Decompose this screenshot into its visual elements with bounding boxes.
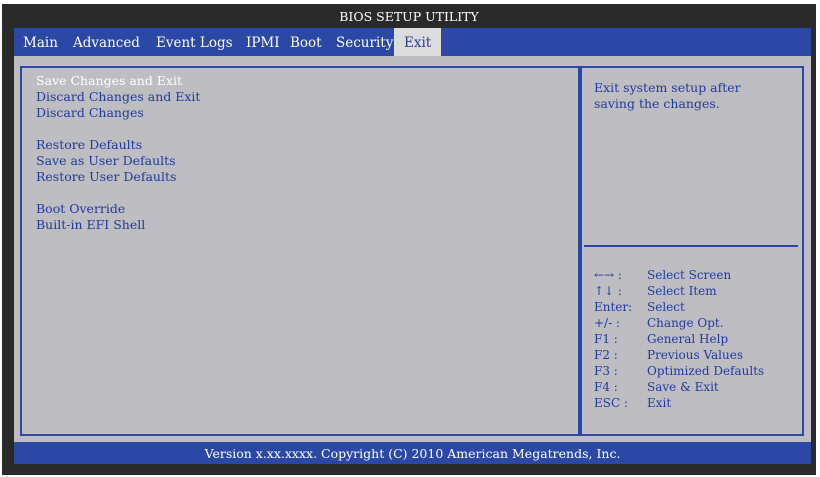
menu-item-built-in-efi-shell[interactable]: Built-in EFI Shell [36, 217, 145, 232]
key-desc: Select Screen [647, 268, 732, 282]
menu-item-restore-user-defaults[interactable]: Restore User Defaults [36, 169, 176, 184]
key-desc: Exit [647, 396, 672, 410]
key-desc: General Help [647, 332, 729, 346]
menu-item-save-changes-and-exit[interactable]: Save Changes and Exit [36, 73, 182, 88]
key-enter: Enter: [594, 300, 633, 314]
menu-item-discard-changes-and-exit[interactable]: Discard Changes and Exit [36, 89, 200, 104]
help-panel: Exit system setup after saving the chang… [580, 66, 804, 436]
key-desc: Select [647, 300, 685, 314]
tab-event-logs[interactable]: Event Logs [156, 28, 233, 56]
key-desc: Change Opt. [647, 316, 724, 330]
help-text: Exit system setup after saving the chang… [594, 80, 741, 111]
key-f4: F4 : [594, 380, 618, 394]
key-arrows-lr: ←→ : [594, 268, 622, 282]
bios-screen: BIOS SETUP UTILITY Main Advanced Event L… [2, 4, 816, 475]
version-footer: Version x.xx.xxxx. Copyright (C) 2010 Am… [14, 442, 811, 464]
help-divider [584, 245, 798, 247]
tab-ipmi[interactable]: IPMI [246, 28, 280, 56]
key-f2: F2 : [594, 348, 618, 362]
tab-advanced[interactable]: Advanced [73, 28, 140, 56]
key-desc: Save & Exit [647, 380, 719, 394]
key-desc: Previous Values [647, 348, 743, 362]
key-plus-minus: +/- : [594, 316, 621, 330]
key-desc: Optimized Defaults [647, 364, 765, 378]
key-arrows-ud: ↑↓ : [594, 284, 622, 298]
menu-item-boot-override[interactable]: Boot Override [36, 201, 125, 216]
main-area: Save Changes and Exit Discard Changes an… [14, 56, 811, 442]
menu-item-save-user-defaults[interactable]: Save as User Defaults [36, 153, 176, 168]
menu-item-discard-changes[interactable]: Discard Changes [36, 105, 144, 120]
tab-main[interactable]: Main [23, 28, 58, 56]
key-desc: Select Item [647, 284, 717, 298]
tab-security[interactable]: Security [336, 28, 393, 56]
key-esc: ESC : [594, 396, 629, 410]
menu-item-restore-defaults[interactable]: Restore Defaults [36, 137, 142, 152]
tab-exit[interactable]: Exit [394, 28, 442, 56]
tab-boot[interactable]: Boot [290, 28, 322, 56]
key-f3: F3 : [594, 364, 618, 378]
key-f1: F1 : [594, 332, 618, 346]
menu-panel: Save Changes and Exit Discard Changes an… [20, 66, 580, 436]
bios-title: BIOS SETUP UTILITY [339, 9, 479, 24]
tab-bar: Main Advanced Event Logs IPMI Boot Secur… [14, 28, 811, 56]
